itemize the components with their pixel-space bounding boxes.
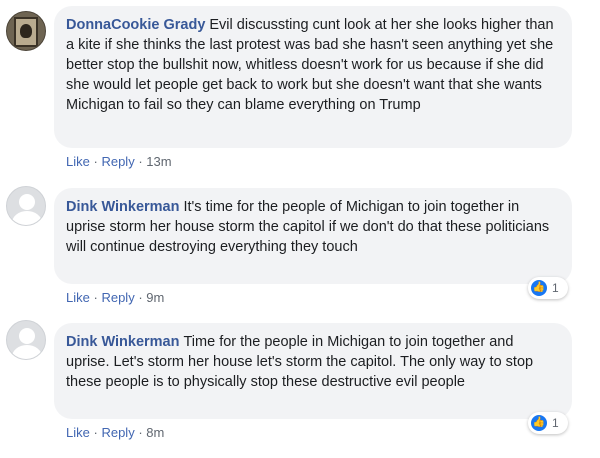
comment-author[interactable]: Dink Winkerman	[66, 334, 179, 350]
like-button[interactable]: Like	[66, 425, 90, 440]
avatar[interactable]	[6, 320, 46, 360]
avatar-head	[19, 194, 35, 210]
comment-bubble: Dink Winkerman Time for the people in Mic…	[54, 323, 572, 419]
reaction-badge[interactable]: 👍 1	[528, 412, 568, 434]
comment-author[interactable]: Dink Winkerman	[66, 199, 179, 215]
reaction-badge[interactable]: 👍 1	[528, 277, 568, 299]
comment-actions: Like · Reply · 13m	[66, 154, 172, 169]
comment-bubble: DonnaCookie Grady Evil discussting cunt l…	[54, 6, 572, 148]
separator: ·	[93, 154, 98, 169]
avatar-body	[12, 345, 42, 359]
comment-bubble: Dink Winkerman It's time for the people o…	[54, 188, 572, 284]
separator: ·	[138, 154, 143, 169]
reply-button[interactable]: Reply	[101, 290, 134, 305]
separator: ·	[93, 425, 98, 440]
like-button[interactable]: Like	[66, 290, 90, 305]
avatar-body	[12, 211, 42, 225]
like-button[interactable]: Like	[66, 154, 90, 169]
timestamp[interactable]: 8m	[146, 425, 164, 440]
avatar-head	[19, 328, 35, 344]
avatar[interactable]	[6, 11, 46, 51]
reaction-count: 1	[552, 281, 559, 295]
avatar-portrait	[20, 24, 32, 38]
like-icon: 👍	[531, 415, 547, 431]
timestamp[interactable]: 13m	[146, 154, 171, 169]
separator: ·	[138, 290, 143, 305]
like-icon: 👍	[531, 280, 547, 296]
reaction-count: 1	[552, 416, 559, 430]
comment-actions: Like · Reply · 9m	[66, 290, 164, 305]
avatar[interactable]	[6, 186, 46, 226]
separator: ·	[93, 290, 98, 305]
comment-author[interactable]: DonnaCookie Grady	[66, 17, 205, 33]
comment-actions: Like · Reply · 8m	[66, 425, 164, 440]
separator: ·	[138, 425, 143, 440]
reply-button[interactable]: Reply	[101, 425, 134, 440]
timestamp[interactable]: 9m	[146, 290, 164, 305]
reply-button[interactable]: Reply	[101, 154, 134, 169]
